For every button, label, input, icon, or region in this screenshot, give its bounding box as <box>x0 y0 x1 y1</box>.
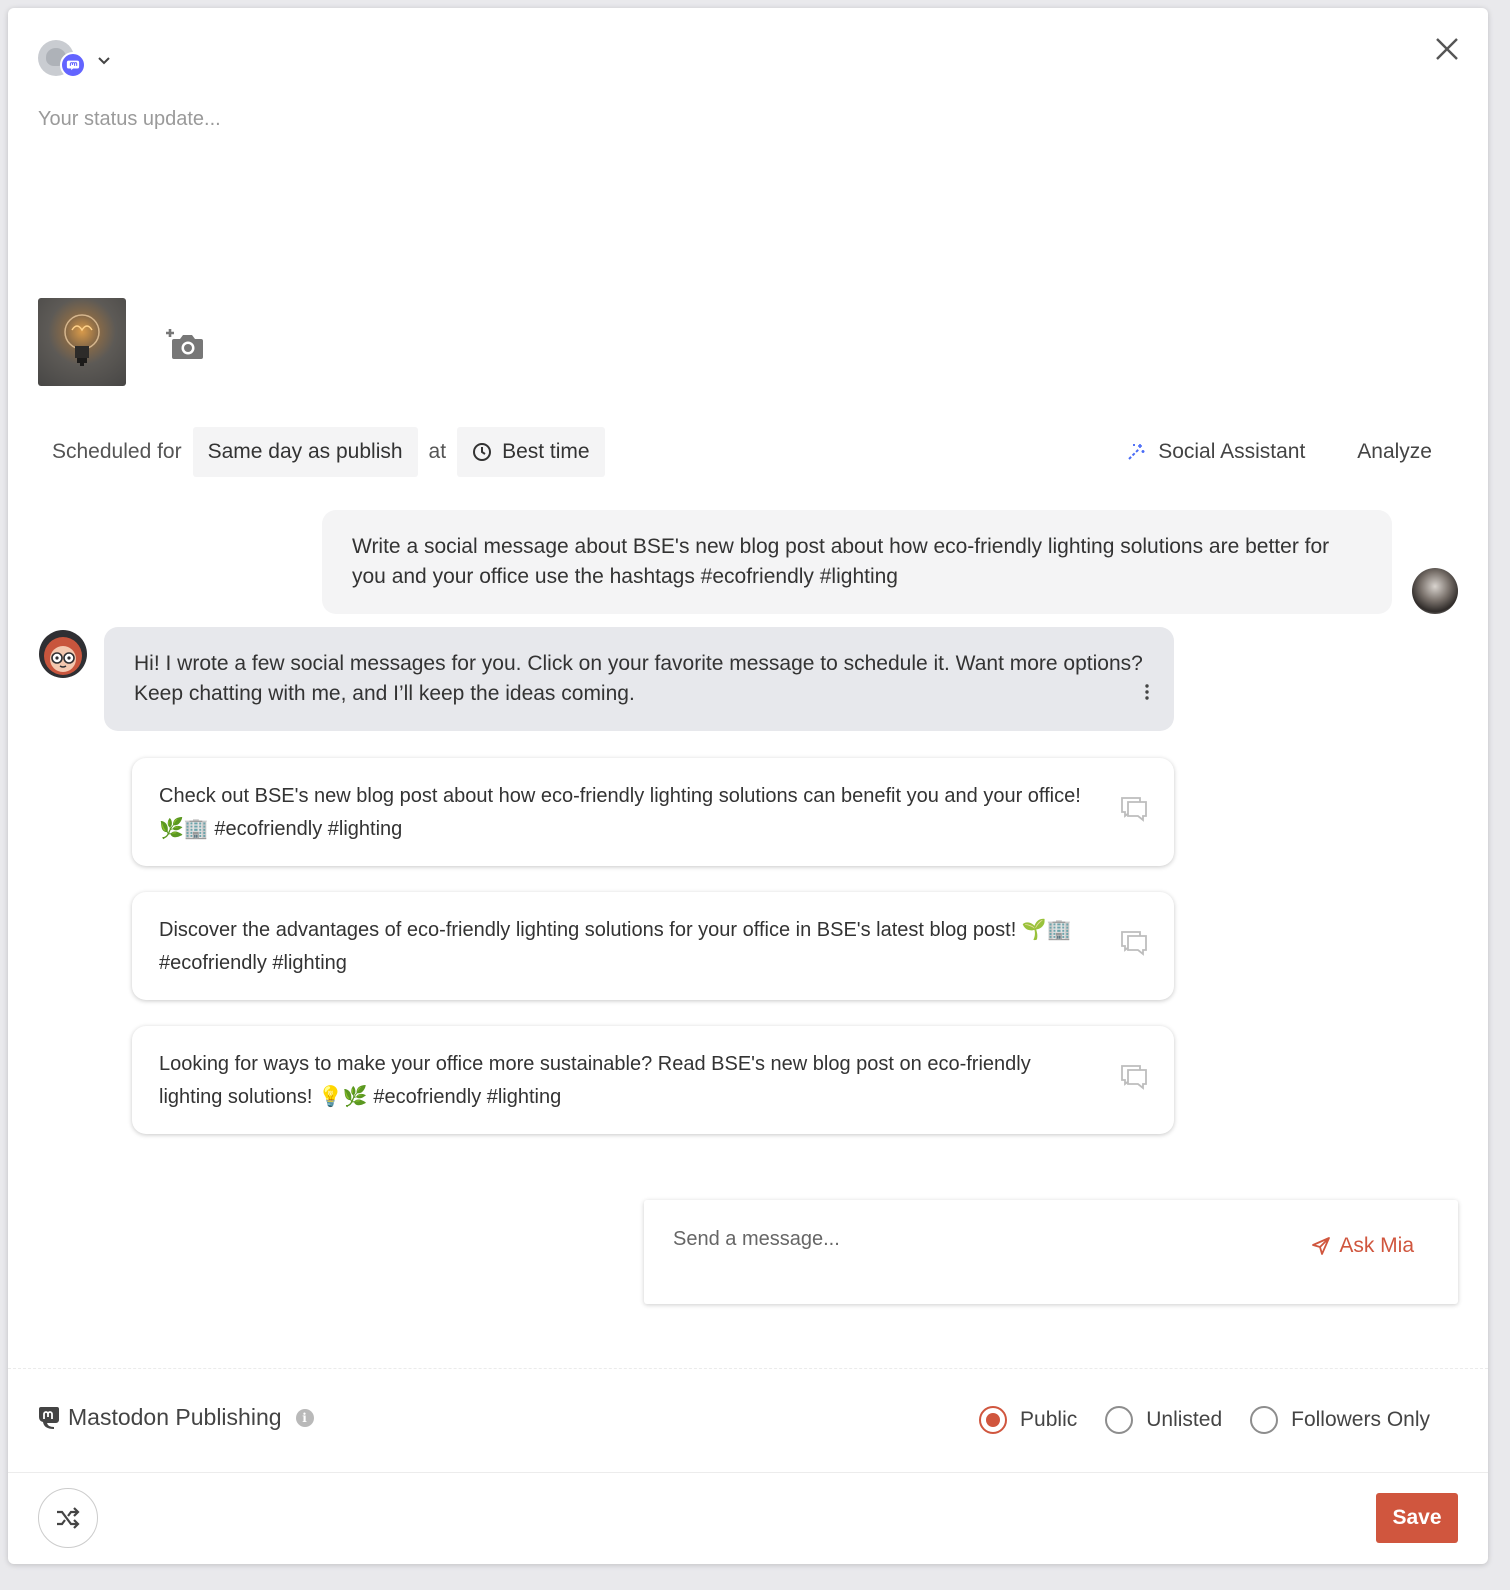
copy-icon[interactable] <box>1118 794 1150 824</box>
ask-mia-button[interactable]: Ask Mia <box>1311 1234 1414 1258</box>
visibility-followers-radio[interactable]: Followers Only <box>1250 1406 1430 1434</box>
analyze-button[interactable]: Analyze <box>1357 440 1432 464</box>
mia-message-text: Hi! I wrote a few social messages for yo… <box>134 652 1143 705</box>
suggestion-card[interactable]: Check out BSE's new blog post about how … <box>132 758 1174 866</box>
suggestion-card[interactable]: Looking for ways to make your office mor… <box>132 1026 1174 1134</box>
send-icon <box>1312 1237 1331 1255</box>
mastodon-logo-icon <box>39 1406 59 1429</box>
chevron-down-icon[interactable] <box>94 51 114 71</box>
chat-message-box: Ask Mia <box>644 1200 1458 1304</box>
user-message-text: Write a social message about BSE's new b… <box>352 535 1330 588</box>
scheduled-for-label: Scheduled for <box>52 440 182 463</box>
shuffle-button[interactable] <box>38 1488 98 1548</box>
suggestion-text: Check out BSE's new blog post about how … <box>159 785 1081 840</box>
analyze-label: Analyze <box>1357 440 1432 463</box>
mastodon-publishing-title: Mastodon Publishing <box>68 1404 282 1430</box>
shuffle-icon <box>57 1507 80 1529</box>
attached-image-thumbnail[interactable] <box>38 298 126 386</box>
composer-tools: Social Assistant Analyze <box>1126 427 1432 477</box>
radio-dot <box>1250 1406 1279 1434</box>
schedule-time-dropdown[interactable]: Best time <box>457 427 605 477</box>
account-selector[interactable] <box>38 40 114 82</box>
user-message-bubble: Write a social message about BSE's new b… <box>322 510 1392 614</box>
magic-wand-icon <box>1128 444 1145 460</box>
visibility-public-radio[interactable]: Public <box>979 1406 1077 1434</box>
divider <box>8 1368 1488 1369</box>
copy-icon[interactable] <box>1118 1062 1150 1092</box>
status-update-input[interactable] <box>38 108 1438 288</box>
radio-dot <box>1105 1406 1134 1434</box>
schedule-time-value: Best time <box>502 440 590 463</box>
radio-dot <box>979 1406 1008 1434</box>
copy-icon[interactable] <box>1118 928 1150 958</box>
close-icon[interactable] <box>1432 34 1462 64</box>
compose-modal: Scheduled for Same day as publish at Bes… <box>8 8 1488 1564</box>
schedule-day-dropdown[interactable]: Same day as publish <box>192 427 418 477</box>
ask-mia-label: Ask Mia <box>1339 1234 1414 1257</box>
schedule-day-value: Same day as publish <box>207 440 403 463</box>
clock-icon <box>473 443 492 461</box>
mastodon-publishing-header: Mastodon Publishing i <box>38 1404 314 1431</box>
visibility-followers-label: Followers Only <box>1291 1408 1430 1431</box>
mia-message-bubble: Hi! I wrote a few social messages for yo… <box>104 627 1174 731</box>
social-assistant-button[interactable]: Social Assistant <box>1126 440 1305 464</box>
at-label: at <box>428 440 447 463</box>
more-options-icon[interactable] <box>1142 681 1152 701</box>
add-photo-icon[interactable] <box>166 326 206 362</box>
suggestion-text: Looking for ways to make your office mor… <box>159 1053 1031 1108</box>
schedule-row: Scheduled for Same day as publish at Bes… <box>52 427 605 477</box>
mia-avatar <box>38 629 88 679</box>
suggestion-card[interactable]: Discover the advantages of eco-friendly … <box>132 892 1174 1000</box>
save-button[interactable]: Save <box>1376 1493 1458 1543</box>
visibility-options: Public Unlisted Followers Only <box>979 1406 1430 1434</box>
divider <box>8 1472 1488 1473</box>
send-message-input[interactable] <box>673 1224 1273 1254</box>
visibility-unlisted-label: Unlisted <box>1146 1408 1223 1431</box>
account-avatar[interactable] <box>38 40 88 82</box>
mastodon-icon <box>60 52 86 78</box>
info-icon[interactable]: i <box>295 1408 314 1427</box>
social-assistant-label: Social Assistant <box>1158 440 1306 463</box>
suggestion-text: Discover the advantages of eco-friendly … <box>159 919 1072 974</box>
visibility-unlisted-radio[interactable]: Unlisted <box>1105 1406 1222 1434</box>
user-avatar <box>1412 568 1458 614</box>
visibility-public-label: Public <box>1020 1408 1078 1431</box>
